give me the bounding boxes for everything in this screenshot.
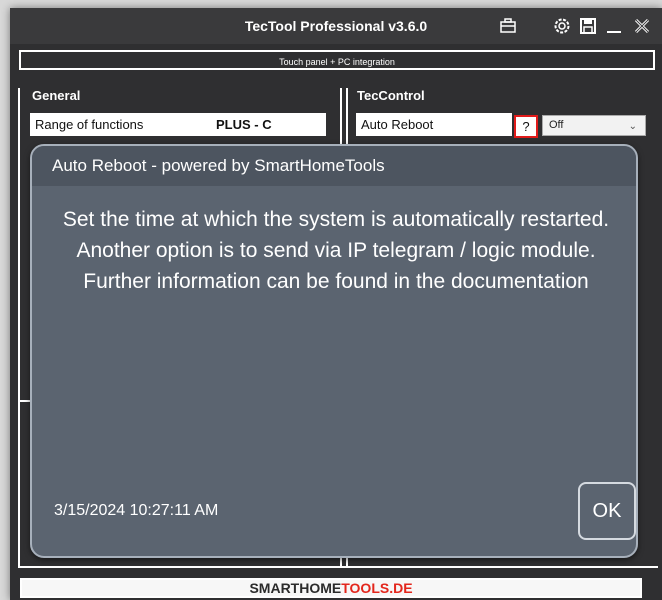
chevron-down-icon: ⌄ — [628, 121, 637, 132]
dialog-message: Set the time at which the system is auto… — [62, 208, 610, 293]
select-value: Off — [549, 119, 564, 131]
dialog-timestamp: 3/15/2024 10:27:11 AM — [54, 502, 219, 519]
general-heading: General — [32, 88, 81, 103]
panel-border-bottom — [18, 566, 658, 568]
panel-border-left — [18, 88, 20, 568]
auto-reboot-field: Auto Reboot — [356, 113, 512, 136]
brand-part-2: TOOLS.DE — [341, 580, 413, 596]
subtitle-bar: Touch panel + PC integration — [19, 50, 655, 70]
app-window: TecTool Professional v3.6.0 Touch panel … — [10, 8, 662, 600]
auto-reboot-label: Auto Reboot — [361, 117, 434, 132]
auto-reboot-dialog: Auto Reboot - powered by SmartHomeTools … — [30, 144, 638, 558]
brand-part-1: SMARTHOME — [249, 580, 342, 596]
close-icon[interactable] — [632, 16, 652, 36]
teccontrol-heading: TecControl — [357, 88, 425, 103]
range-value: PLUS - C — [216, 117, 272, 132]
ok-button[interactable]: OK — [578, 482, 636, 540]
range-of-functions-field: Range of functions PLUS - C — [30, 113, 326, 136]
save-icon[interactable] — [578, 16, 598, 36]
footer-brand: SMARTHOMETOOLS.DE — [20, 578, 642, 598]
minimize-icon[interactable] — [604, 16, 624, 36]
range-label: Range of functions — [35, 117, 144, 132]
toolbox-icon[interactable] — [498, 16, 518, 36]
gear-icon[interactable] — [552, 16, 572, 36]
help-button[interactable]: ? — [514, 115, 538, 138]
auto-reboot-select[interactable]: Off ⌄ — [542, 115, 646, 136]
dialog-title: Auto Reboot - powered by SmartHomeTools — [32, 146, 636, 186]
title-bar: TecTool Professional v3.6.0 — [10, 8, 662, 44]
